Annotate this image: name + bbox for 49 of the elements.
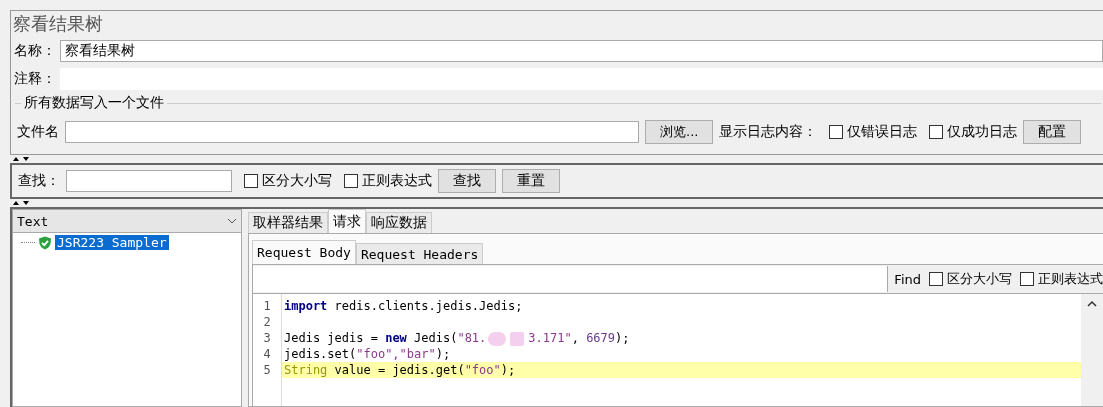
checkbox[interactable] <box>244 174 258 188</box>
checkbox-label: 仅错误日志 <box>847 123 918 141</box>
name-label: 名称： <box>14 42 56 60</box>
checkbox-label: 正则表达式 <box>1038 270 1103 288</box>
renderer-dropdown[interactable]: Text <box>12 209 242 233</box>
search-button[interactable]: 重置 <box>502 169 560 193</box>
tab[interactable]: 响应数据 <box>366 212 432 233</box>
browse-button[interactable]: 浏览... <box>645 120 714 144</box>
code-editor[interactable]: 1 2 3 4 5 import redis.clients.jedis.Jedis; Jedis jedis = new Jedis("81. 3.171", 6679); jedis.set("foo","bar"); String value = jedis.get("foo"); <box>252 294 1103 406</box>
tab[interactable]: 请求 <box>328 209 366 233</box>
file-label: 文件名 <box>17 123 59 141</box>
checkbox[interactable] <box>344 174 358 188</box>
find-label: Find <box>894 271 921 287</box>
code-line: Jedis jedis = new Jedis("81. 3.171", 6679); <box>284 331 630 345</box>
panel-title: 察看结果树 <box>12 12 104 36</box>
config-button[interactable]: 配置 <box>1023 120 1082 144</box>
line-number: 1 <box>262 298 272 314</box>
tab[interactable]: 取样器结果 <box>248 212 328 233</box>
checkbox[interactable] <box>829 125 844 139</box>
search-label: 查找： <box>18 172 60 190</box>
code-line: jedis.set("foo","bar"); <box>284 347 451 361</box>
checkbox-label: 正则表达式 <box>362 172 432 190</box>
line-number: 5 <box>262 362 272 378</box>
scroll-up-icon[interactable] <box>1086 300 1098 308</box>
find-field[interactable] <box>253 266 889 292</box>
tree-item[interactable]: JSR223 Sampler <box>55 235 169 250</box>
tab[interactable]: Request Headers <box>355 243 484 264</box>
tab[interactable]: Request Body <box>252 240 356 264</box>
log-label: 显示日志内容： <box>719 123 818 141</box>
search-button[interactable]: 查找 <box>438 169 496 193</box>
checkbox[interactable] <box>1020 272 1034 286</box>
code-line: String value = jedis.get("foo"); <box>284 363 516 377</box>
checkbox[interactable] <box>929 125 944 139</box>
line-number: 2 <box>262 314 272 330</box>
search-field[interactable] <box>66 170 232 192</box>
comment-label: 注释： <box>14 70 56 88</box>
splitter-arrows-icon[interactable] <box>12 155 32 163</box>
checkbox-label: 区分大小写 <box>262 172 332 190</box>
checkbox-label: 区分大小写 <box>947 270 1012 288</box>
checkbox-label: 仅成功日志 <box>947 123 1018 141</box>
code-line: import redis.clients.jedis.Jedis; <box>284 299 523 313</box>
checkbox[interactable] <box>929 272 943 286</box>
splitter-arrows-icon[interactable] <box>12 199 32 207</box>
name-field[interactable]: 察看结果树 <box>60 40 1103 62</box>
file-field[interactable] <box>65 121 639 143</box>
line-number: 4 <box>262 346 272 362</box>
group-title: 所有数据写入一个文件 <box>21 94 167 112</box>
line-number: 3 <box>262 330 272 346</box>
chevron-down-icon <box>227 218 237 224</box>
